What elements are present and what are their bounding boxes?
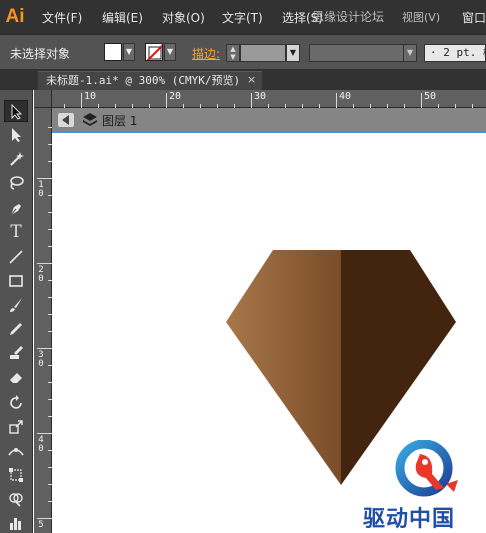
menu-window[interactable]: 窗口: [462, 9, 486, 26]
shape-builder-tool-icon[interactable]: [4, 488, 28, 510]
stroke-weight-dropdown-icon[interactable]: ▼: [286, 44, 300, 62]
width-tool-icon[interactable]: [4, 440, 28, 462]
ruler-origin[interactable]: [34, 90, 52, 108]
variable-width-dropdown-icon[interactable]: ▼: [403, 44, 417, 62]
direct-selection-tool-icon[interactable]: [4, 124, 28, 146]
eraser-tool-icon[interactable]: [4, 366, 28, 388]
selection-status: 未选择对象: [10, 47, 71, 61]
layers-icon: [83, 113, 97, 126]
pencil-tool-icon[interactable]: [4, 318, 28, 340]
ruler-label: 10: [84, 91, 97, 102]
diamond-left-facet[interactable]: [226, 250, 341, 485]
ruler-label: 0: [38, 274, 44, 284]
stroke-swatch[interactable]: [145, 43, 163, 61]
ruler-label: 40: [339, 91, 352, 102]
close-tab-icon[interactable]: ×: [247, 73, 256, 86]
magic-wand-tool-icon[interactable]: [4, 148, 28, 170]
scale-tool-icon[interactable]: [4, 416, 28, 438]
pen-tool-icon[interactable]: [4, 198, 28, 220]
rectangle-tool-icon[interactable]: [4, 270, 28, 292]
vertical-ruler[interactable]: 1 0 2 0 3 0 4 0 5: [34, 108, 52, 533]
blob-brush-tool-icon[interactable]: [4, 342, 28, 364]
watermark-logo-icon: [395, 440, 458, 497]
watermark-brand-text: 驱动中国: [363, 507, 456, 532]
watermark-forum-text: 思缘设计论坛: [312, 10, 385, 24]
menu-object[interactable]: 对象(O): [162, 9, 205, 26]
variable-width-profile[interactable]: [309, 44, 405, 62]
lasso-tool-icon[interactable]: [4, 172, 28, 194]
horizontal-ruler[interactable]: 10 20 30 40 50: [52, 90, 486, 108]
free-transform-tool-icon[interactable]: [4, 464, 28, 486]
stroke-weight-spinner[interactable]: ▲ ▼: [226, 44, 240, 62]
ruler-label: 0: [38, 359, 44, 369]
menu-view[interactable]: 视图(V): [402, 9, 440, 25]
fill-swatch[interactable]: [104, 43, 122, 61]
menu-type[interactable]: 文字(T): [222, 9, 263, 26]
ruler-label: 20: [169, 91, 182, 102]
selection-tool-icon[interactable]: [4, 100, 28, 122]
menu-edit[interactable]: 编辑(E): [102, 9, 143, 26]
vertical-ruler-ticks: [37, 127, 52, 519]
document-tab-bar: 未标题-1.ai* @ 300% (CMYK/预览): [0, 70, 486, 90]
stroke-weight-input[interactable]: [240, 44, 286, 62]
menu-bar: Ai 文件(F) 编辑(E) 对象(O) 文字(T) 选择(S) 思缘设计论坛 …: [0, 0, 486, 34]
back-arrow-icon[interactable]: [58, 113, 74, 127]
isolation-layer-label[interactable]: 图层 1: [102, 112, 137, 129]
app-logo: Ai: [5, 6, 25, 27]
ruler-label: 5: [38, 520, 44, 530]
no-stroke-icon: [146, 44, 162, 60]
brush-definition[interactable]: · 2 pt. 椭圆: [424, 44, 486, 62]
fill-dropdown-icon[interactable]: ▼: [123, 43, 135, 61]
ruler-label: 50: [424, 91, 437, 102]
horizontal-ruler-ticks: [64, 93, 473, 108]
ruler-label: 0: [38, 189, 44, 199]
type-tool-icon[interactable]: T: [4, 222, 28, 244]
menu-file[interactable]: 文件(F): [42, 9, 82, 26]
document-tab[interactable]: 未标题-1.ai* @ 300% (CMYK/预览): [38, 71, 262, 90]
ruler-label: 0: [38, 444, 44, 454]
ruler-label: 30: [254, 91, 267, 102]
control-bar: 未选择对象 ▼ ▼ 描边: ▲▼ ▼ ▼ · 2 pt. 椭圆: [0, 34, 486, 70]
rotate-tool-icon[interactable]: [4, 392, 28, 414]
stroke-label[interactable]: 描边:: [192, 45, 220, 62]
paintbrush-tool-icon[interactable]: [4, 294, 28, 316]
chart-tool-icon[interactable]: [4, 512, 28, 533]
line-tool-icon[interactable]: [4, 246, 28, 268]
stroke-dropdown-icon[interactable]: ▼: [164, 43, 176, 61]
